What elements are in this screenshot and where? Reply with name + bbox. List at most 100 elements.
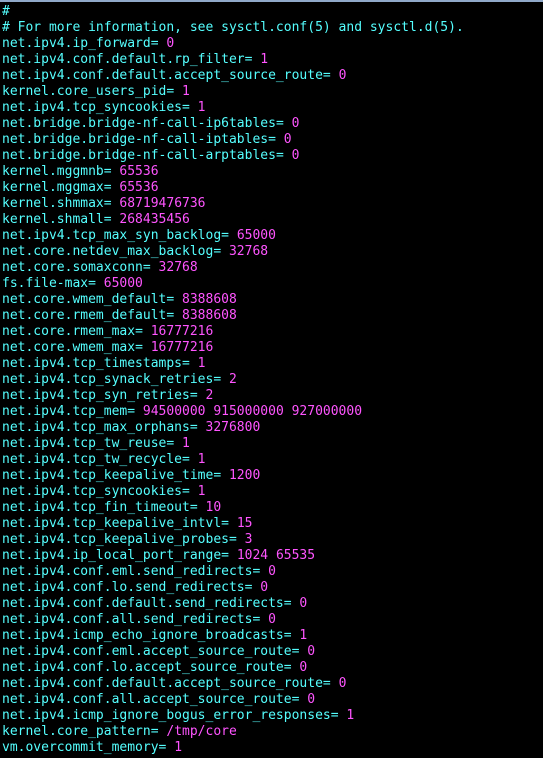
equals-sign: =: [244, 52, 261, 67]
sysctl-value: 0: [268, 564, 276, 579]
sysctl-value: 3276800: [205, 420, 261, 435]
sysctl-value: 68719476736: [119, 196, 206, 211]
equals-sign: =: [283, 660, 300, 675]
sysctl-key: net.core.wmem_default: [2, 292, 167, 307]
sysctl-value: 32768: [158, 260, 198, 275]
terminal-window[interactable]: # # For more information, see sysctl.conf…: [0, 0, 543, 758]
sysctl-value: 1: [182, 436, 190, 451]
sysctl-value: 94500000 915000000 927000000: [142, 404, 363, 419]
sysctl-entry-row: net.ipv4.ip_local_port_range= 1024 65535: [2, 548, 543, 564]
sysctl-value: 0: [283, 132, 292, 147]
equals-sign: =: [103, 164, 120, 179]
sysctl-key: net.ipv4.tcp_max_syn_backlog: [2, 228, 222, 243]
sysctl-key: net.ipv4.icmp_ignore_bogus_error_respons…: [2, 708, 331, 723]
sysctl-value: 32768: [228, 244, 269, 259]
sysctl-key: net.ipv4.icmp_echo_ignore_broadcasts: [2, 628, 284, 643]
sysctl-value: 65000: [236, 228, 276, 243]
sysctl-key: net.core.rmem_max: [2, 324, 136, 339]
comment-text: # For more information, see sysctl.conf(…: [2, 20, 464, 35]
sysctl-key: net.bridge.bridge-nf-call-arptables: [2, 148, 276, 163]
equals-sign: =: [213, 244, 229, 259]
sysctl-key: fs.file-max: [2, 276, 89, 291]
sysctl-entry-row: net.core.wmem_default= 8388608: [2, 292, 543, 308]
sysctl-value: 2: [228, 372, 237, 387]
sysctl-value: 65536: [119, 164, 159, 179]
sysctl-key: net.core.wmem_max: [2, 340, 136, 355]
sysctl-entry-row: net.bridge.bridge-nf-call-ip6tables= 0: [2, 116, 543, 132]
equals-sign: =: [127, 404, 143, 419]
sysctl-value: 0: [299, 660, 308, 675]
sysctl-entry-row: net.ipv4.conf.default.accept_source_rout…: [2, 68, 543, 84]
sysctl-value: 1: [346, 708, 355, 723]
sysctl-key: net.core.somaxconn: [2, 260, 143, 275]
equals-sign: =: [221, 228, 237, 243]
equals-sign: =: [283, 596, 300, 611]
equals-sign: =: [283, 628, 300, 643]
sysctl-entry-row: net.ipv4.conf.eml.accept_source_route= 0: [2, 644, 543, 660]
sysctl-value: 3: [244, 532, 253, 547]
sysctl-key: net.ipv4.tcp_timestamps: [2, 356, 183, 371]
sysctl-value: 1: [174, 740, 183, 755]
sysctl-entry-row: fs.file-max= 65000: [2, 276, 543, 292]
sysctl-entry-row: vm.overcommit_memory= 1: [2, 740, 543, 756]
sysctl-entry-row: net.ipv4.ip_forward= 0: [2, 36, 543, 52]
sysctl-value: 1: [260, 52, 269, 67]
sysctl-value: 15: [236, 516, 253, 531]
equals-sign: =: [322, 68, 339, 83]
equals-sign: =: [103, 180, 120, 195]
sysctl-entry-row: net.ipv4.tcp_tw_recycle= 1: [2, 452, 543, 468]
sysctl-key: net.bridge.bridge-nf-call-ip6tables: [2, 116, 276, 131]
equals-sign: =: [213, 372, 229, 387]
sysctl-entry-row: net.ipv4.conf.all.accept_source_route= 0: [2, 692, 543, 708]
sysctl-key: kernel.mggmnb: [2, 164, 104, 179]
sysctl-entry-row: net.ipv4.conf.default.accept_source_rout…: [2, 676, 543, 692]
equals-sign: =: [291, 644, 308, 659]
sysctl-key: net.ipv4.ip_local_port_range: [2, 548, 222, 563]
sysctl-key: net.ipv4.ip_forward: [2, 36, 151, 51]
sysctl-key: net.ipv4.tcp_syncookies: [2, 484, 183, 499]
equals-sign: =: [103, 196, 120, 211]
sysctl-entry-row: net.ipv4.tcp_keepalive_probes= 3: [2, 532, 543, 548]
equals-sign: =: [189, 500, 206, 515]
equals-sign: =: [189, 420, 206, 435]
sysctl-value: 0: [338, 68, 347, 83]
sysctl-key: net.ipv4.conf.lo.accept_source_route: [2, 660, 284, 675]
sysctl-value: 1: [197, 100, 206, 115]
sysctl-value: /tmp/core: [166, 724, 237, 739]
equals-sign: =: [182, 452, 198, 467]
sysctl-key: net.ipv4.conf.default.accept_source_rout…: [2, 676, 323, 691]
terminal-screen[interactable]: # # For more information, see sysctl.conf…: [0, 2, 543, 758]
sysctl-entry-row: net.core.netdev_max_backlog= 32768: [2, 244, 543, 260]
sysctl-key: net.ipv4.tcp_keepalive_intvl: [2, 516, 222, 531]
sysctl-key: kernel.core_users_pid: [2, 84, 167, 99]
equals-sign: =: [221, 516, 237, 531]
equals-sign: =: [142, 260, 159, 275]
sysctl-entry-row: net.ipv4.tcp_syn_retries= 2: [2, 388, 543, 404]
sysctl-key: net.ipv4.tcp_mem: [2, 404, 128, 419]
sysctl-entry-row: net.core.somaxconn= 32768: [2, 260, 543, 276]
sysctl-key: net.ipv4.conf.lo.send_redirects: [2, 580, 245, 595]
sysctl-value: 0: [260, 580, 269, 595]
equals-sign: =: [189, 388, 206, 403]
equals-sign: =: [150, 724, 167, 739]
sysctl-key: kernel.core_pattern: [2, 724, 151, 739]
sysctl-entry-row: net.ipv4.conf.lo.send_redirects= 0: [2, 580, 543, 596]
sysctl-entry-row: net.ipv4.tcp_synack_retries= 2: [2, 372, 543, 388]
sysctl-entry-row: kernel.core_pattern= /tmp/core: [2, 724, 543, 740]
equals-sign: =: [88, 276, 104, 291]
equals-sign: =: [166, 436, 183, 451]
sysctl-key: net.ipv4.tcp_keepalive_probes: [2, 532, 229, 547]
sysctl-value: 0: [338, 676, 347, 691]
equals-sign: =: [135, 340, 151, 355]
sysctl-entry-row: kernel.shmall= 268435456: [2, 212, 543, 228]
equals-sign: =: [275, 148, 292, 163]
equals-sign: =: [182, 100, 198, 115]
equals-sign: =: [213, 468, 229, 483]
sysctl-key: kernel.shmmax: [2, 196, 104, 211]
sysctl-key: net.core.netdev_max_backlog: [2, 244, 214, 259]
sysctl-key: net.ipv4.conf.default.send_redirects: [2, 596, 284, 611]
sysctl-entry-row: net.ipv4.tcp_syncookies= 1: [2, 484, 543, 500]
sysctl-entry-row: net.ipv4.icmp_echo_ignore_broadcasts= 1: [2, 628, 543, 644]
sysctl-value: 10: [205, 500, 222, 515]
sysctl-value: 65536: [119, 180, 159, 195]
